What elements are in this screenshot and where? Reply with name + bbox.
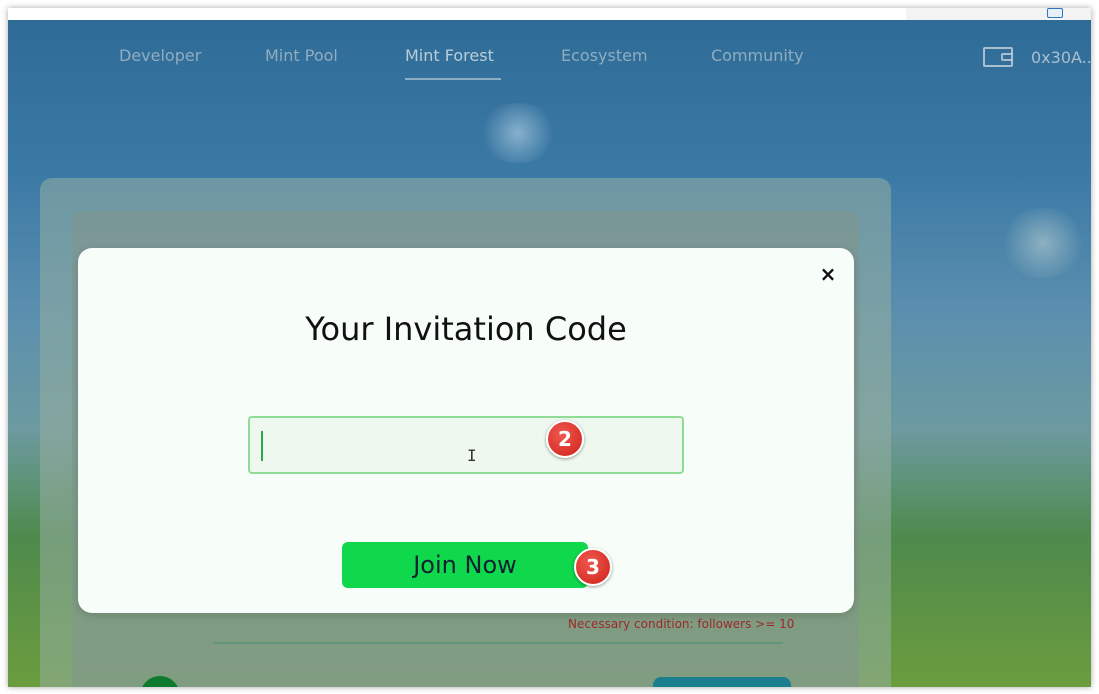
window-icon (1047, 8, 1063, 18)
necessary-condition-text: Necessary condition: followers >= 10 (568, 617, 795, 631)
active-tab-underline (405, 78, 501, 80)
background-glow (478, 103, 558, 163)
nav-mint-pool[interactable]: Mint Pool (265, 46, 338, 65)
invitation-modal: × Your Invitation Code I Join Now (78, 248, 854, 613)
background-action-button (653, 677, 791, 687)
text-caret (261, 431, 263, 461)
nav-community[interactable]: Community (711, 46, 804, 65)
background-divider (213, 642, 783, 644)
close-icon[interactable]: × (816, 262, 840, 286)
wallet-address: 0x30A... (1031, 48, 1091, 67)
top-strip-right (906, 8, 1091, 20)
top-strip (8, 8, 1091, 20)
app-window: Developer Mint Pool Mint Forest Ecosyste… (8, 8, 1091, 687)
nav-ecosystem[interactable]: Ecosystem (561, 46, 648, 65)
step-badge-3: 3 (574, 548, 612, 586)
nav-developer[interactable]: Developer (119, 46, 201, 65)
top-navigation: Developer Mint Pool Mint Forest Ecosyste… (8, 46, 1091, 76)
step-badge-2: 2 (546, 420, 584, 458)
text-cursor-icon: I (467, 446, 477, 465)
wallet-icon (983, 47, 1013, 67)
invitation-code-input[interactable] (248, 416, 684, 474)
background-glow (998, 208, 1088, 278)
nav-mint-forest[interactable]: Mint Forest (405, 46, 494, 65)
join-now-button[interactable]: Join Now (342, 542, 588, 588)
modal-title: Your Invitation Code (305, 310, 627, 348)
